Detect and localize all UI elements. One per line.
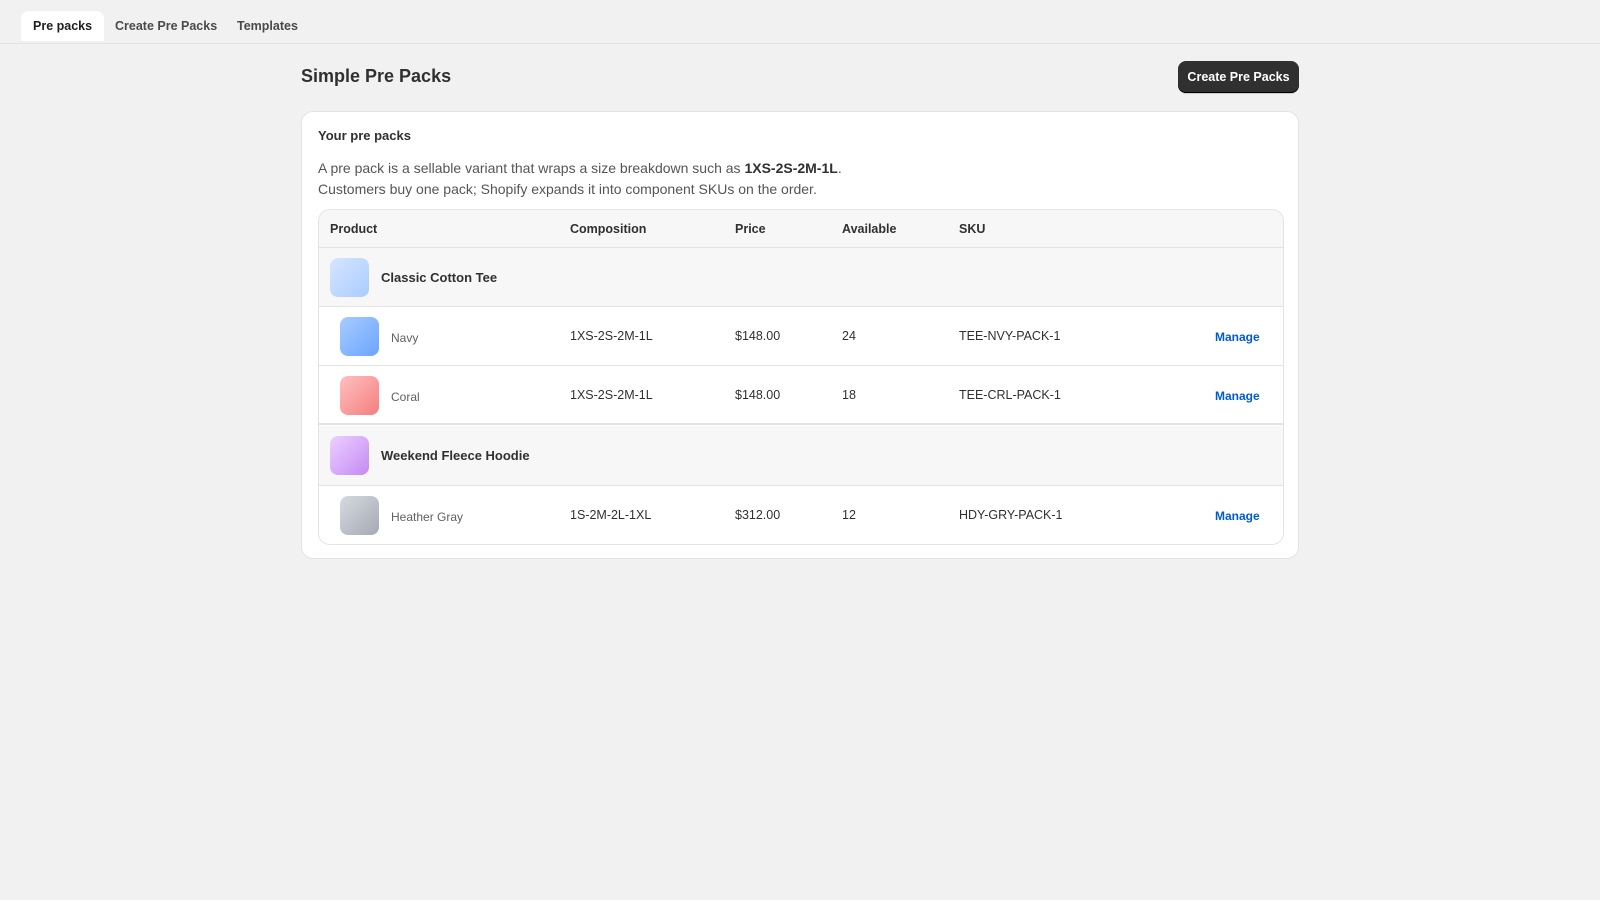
page-title: Simple Pre Packs bbox=[301, 66, 452, 86]
tab-pre-packs[interactable]: Pre packs bbox=[21, 11, 105, 41]
variant-composition: 1S-2M-2L-1XL bbox=[570, 508, 652, 522]
variant-available: 12 bbox=[842, 508, 856, 522]
variant-available: 24 bbox=[842, 329, 856, 343]
variant-price: $148.00 bbox=[735, 329, 781, 343]
variant-name: Coral bbox=[391, 390, 420, 404]
variant-name: Navy bbox=[391, 331, 419, 345]
pre-packs-card: Your pre packs A pre pack is a sellable … bbox=[301, 111, 1299, 559]
variant-price: $312.00 bbox=[735, 508, 781, 522]
variant-composition: 1XS-2S-2M-1L bbox=[570, 329, 653, 343]
variant-sku: TEE-CRL-PACK-1 bbox=[959, 388, 1061, 402]
product-group-row[interactable]: Weekend Fleece Hoodie bbox=[319, 426, 1283, 486]
variant-row[interactable]: Heather Gray 1S-2M-2L-1XL $312.00 12 HDY… bbox=[319, 486, 1283, 544]
product-name: Classic Cotton Tee bbox=[381, 270, 498, 285]
tab-create-pre-packs[interactable]: Create Pre Packs bbox=[103, 11, 229, 41]
manage-link[interactable]: Manage bbox=[1215, 330, 1260, 344]
create-pre-packs-button[interactable]: Create Pre Packs bbox=[1178, 61, 1299, 93]
column-header-price: Price bbox=[735, 222, 766, 236]
column-header-product: Product bbox=[330, 222, 378, 236]
variant-price: $148.00 bbox=[735, 388, 781, 402]
tab-templates[interactable]: Templates bbox=[225, 11, 310, 41]
product-thumbnail bbox=[330, 258, 369, 297]
product-name: Weekend Fleece Hoodie bbox=[381, 448, 530, 463]
product-thumbnail bbox=[330, 436, 369, 475]
column-header-sku: SKU bbox=[959, 222, 986, 236]
card-description: A pre pack is a sellable variant that wr… bbox=[318, 158, 1218, 200]
variant-available: 18 bbox=[842, 388, 856, 402]
pre-packs-table: Product Composition Price Available SKU … bbox=[318, 209, 1284, 545]
variant-name: Heather Gray bbox=[391, 510, 464, 524]
variant-thumbnail bbox=[340, 376, 379, 415]
manage-link[interactable]: Manage bbox=[1215, 509, 1260, 523]
column-header-composition: Composition bbox=[570, 222, 647, 236]
description-suffix: . bbox=[837, 160, 842, 176]
column-header-available: Available bbox=[842, 222, 897, 236]
manage-link[interactable]: Manage bbox=[1215, 389, 1260, 403]
variant-row[interactable]: Coral 1XS-2S-2M-1L $148.00 18 TEE-CRL-PA… bbox=[319, 366, 1283, 425]
description-prefix: A pre pack is a sellable variant that wr… bbox=[318, 160, 745, 176]
card-title: Your pre packs bbox=[318, 128, 411, 143]
variant-sku: TEE-NVY-PACK-1 bbox=[959, 329, 1061, 343]
variant-thumbnail bbox=[340, 317, 379, 356]
description-example: 1XS-2S-2M-1L bbox=[744, 160, 838, 176]
variant-thumbnail bbox=[340, 496, 379, 535]
product-group-row[interactable]: Classic Cotton Tee bbox=[319, 248, 1283, 307]
description-line-2: Customers buy one pack; Shopify expands … bbox=[318, 181, 817, 197]
variant-row[interactable]: Navy 1XS-2S-2M-1L $148.00 24 TEE-NVY-PAC… bbox=[319, 307, 1283, 366]
variant-sku: HDY-GRY-PACK-1 bbox=[959, 508, 1063, 522]
table-header: Product Composition Price Available SKU bbox=[319, 210, 1283, 248]
variant-composition: 1XS-2S-2M-1L bbox=[570, 388, 653, 402]
top-tab-bar: Pre packs Create Pre Packs Templates bbox=[0, 0, 1600, 44]
